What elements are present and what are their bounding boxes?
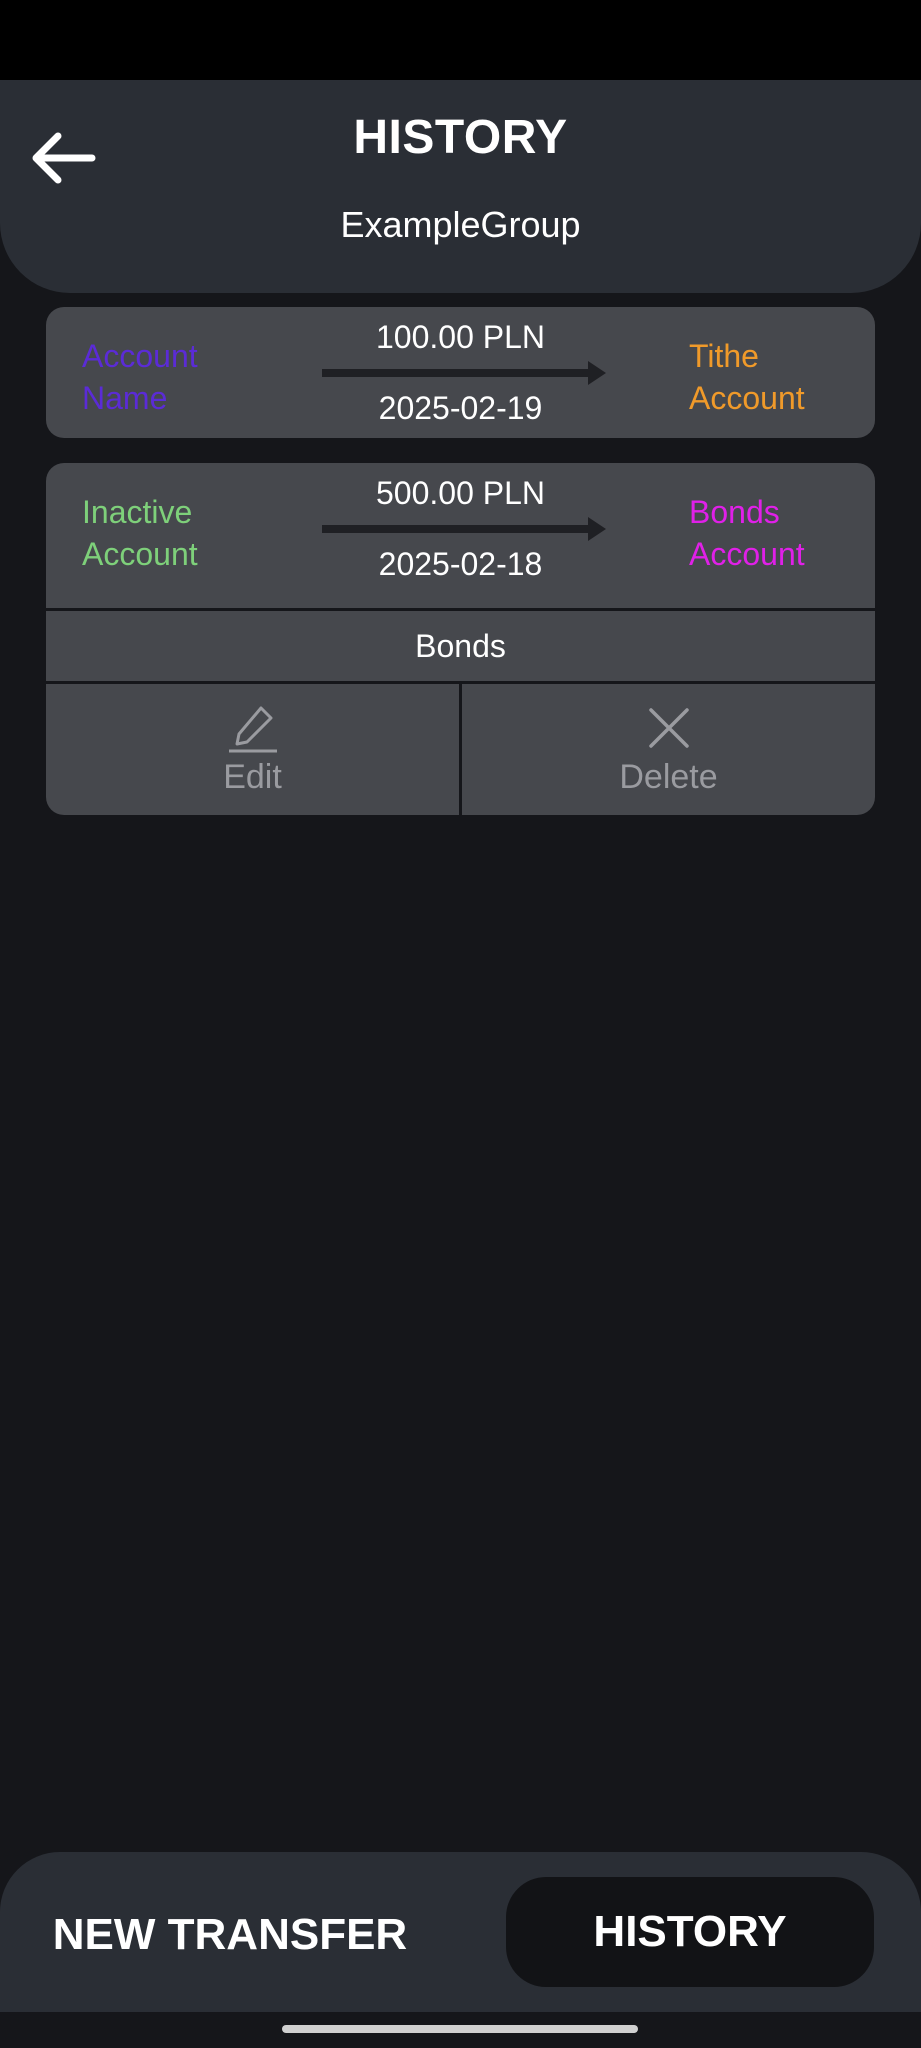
edit-label: Edit — [223, 758, 282, 796]
to-account: Bonds Account — [689, 494, 805, 572]
transfer-card-expanded[interactable]: Inactive Account 500.00 PLN 2025-02-18 B… — [46, 463, 875, 815]
transfer-arrow-icon — [322, 516, 606, 542]
pencil-icon — [227, 702, 279, 754]
delete-label: Delete — [619, 758, 718, 796]
home-indicator[interactable] — [282, 2025, 638, 2033]
transfer-memo: Bonds — [415, 628, 506, 664]
to-account: Tithe Account — [689, 338, 805, 416]
group-name: ExampleGroup — [340, 204, 581, 245]
tab-history[interactable]: HISTORY — [506, 1877, 874, 1987]
edit-button[interactable]: Edit — [46, 684, 459, 815]
close-icon — [643, 702, 695, 754]
page-title: HISTORY — [353, 111, 568, 164]
bottom-navigation: NEW TRANSFER HISTORY — [0, 1852, 921, 2012]
status-bar — [0, 0, 921, 80]
transfer-card[interactable]: Account Name 100.00 PLN 2025-02-19 Tithe… — [46, 307, 875, 438]
app-header: HISTORY ExampleGroup — [0, 80, 921, 293]
tab-new-transfer[interactable]: NEW TRANSFER — [30, 1880, 430, 1990]
transfer-arrow-icon — [322, 360, 606, 386]
delete-button[interactable]: Delete — [462, 684, 875, 815]
